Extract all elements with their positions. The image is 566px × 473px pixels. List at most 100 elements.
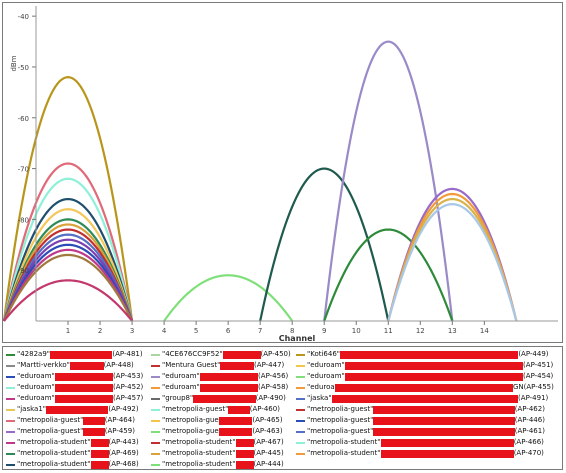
legend-ap-id: (AP-481) [112,350,143,358]
legend-item: "metropolia-guest" (AP-461) [296,426,545,437]
legend-ssid: "jaska" [307,394,332,402]
legend-ap-id: (AP-490) [255,394,286,402]
legend-ssid: "metropolia-guest" [17,416,84,424]
legend-ap-id: (AP-450) [260,350,291,358]
legend-item: "metropolia-gue (AP-463) [151,426,283,437]
legend-swatch [6,397,15,400]
legend-swatch [296,364,305,367]
legend-ap-id: (AP-462) [514,405,545,413]
legend-swatch [296,430,305,433]
legend-ap-id: (AP-447) [254,361,285,369]
legend-item: "metropolia-gue (AP-465) [151,415,283,426]
legend-ssid: "4CE676CC9F52" [162,350,223,358]
legend-swatch [6,375,15,378]
legend-ssid: "metropolia-guest" [307,416,374,424]
legend-ssid: "metropolia-student" [17,438,91,446]
legend-row: "jaska1" (AP-492) "metropolia-guest" (AP-46… [3,404,562,415]
legend-swatch [6,386,15,389]
legend-redaction [380,438,514,447]
x-tick-label: 6 [226,327,231,335]
legend-redaction [46,405,109,414]
legend-swatch [151,408,160,411]
legend-ssid: "metropolia-student" [17,460,91,468]
legend-ssid: "eduroam" [17,372,55,380]
legend-item: "metropolia-guest" (AP-462) [296,404,545,415]
legend-item: "eduroam" (AP-454) [296,371,553,382]
legend-ap-id: (AP-444) [253,460,284,468]
legend-ap-id: (AP-491) [518,394,549,402]
legend-redaction [334,383,513,392]
legend-ssid: "metropolia-guest" [307,405,374,413]
legend-item: "metropolia-student" (AP-469) [6,448,139,459]
x-axis-label: Channel [279,334,316,342]
x-tick-label: 9 [322,327,326,335]
legend-ap-id: (AP-448) [103,361,134,369]
x-tick-label: 14 [480,327,489,335]
legend-redaction [90,438,109,447]
y-tick-label: -50 [18,64,29,72]
x-tick-label: 11 [384,327,393,335]
legend-redaction [83,427,105,436]
legend-redaction [69,361,104,370]
legend-ap-id: (AP-468) [108,460,139,468]
legend-swatch [296,397,305,400]
legend-ssid: "metropolia-gue [162,416,219,424]
legend-redaction [218,416,253,425]
legend-ap-id: (AP-460) [249,405,280,413]
legend-ap-id: GN(AP-455) [513,383,554,391]
legend-redaction [193,394,256,403]
legend-item: "eduroam" (AP-458) [151,382,288,393]
legend-ap-id: (AP-461) [514,427,545,435]
legend-redaction [90,460,109,469]
legend-item: "metropolia-guest" (AP-446) [296,415,545,426]
y-tick-label: -80 [18,216,29,224]
legend-ssid: "metropolia-guest" [307,427,374,435]
legend-ssid: "metropolia-student" [17,449,91,457]
legend-item: "eduroam" (AP-451) [296,360,553,371]
legend-swatch [151,386,160,389]
legend-ap-id: (AP-451) [523,361,554,369]
legend-redaction [199,383,259,392]
legend-item: "metropolia-student" (AP-466) [296,437,544,448]
legend-redaction [220,361,255,370]
legend-ap-id: (AP-453) [113,372,144,380]
legend-item: "jaska1" (AP-492) [6,404,139,415]
legend-ssid: "Martti-verkko" [17,361,70,369]
legend-ap-id: (AP-456) [258,372,289,380]
legend-item: "metropolia-student" (AP-443) [6,437,139,448]
legend-ssid: "eduroam" [307,361,345,369]
legend-ssid: "Mentura Guest" [162,361,221,369]
legend-row: "eduroam" (AP-452) "eduroam" (AP-458) "eduro… [3,382,562,393]
legend-redaction [54,394,114,403]
legend-item: "metropolia-guest" (AP-460) [151,404,280,415]
legend-ssid: "metropolia-student" [162,438,236,446]
legend-item: "metropolia-student" (AP-445) [151,448,284,459]
legend-swatch [151,353,160,356]
legend-item: "metropolia-student" (AP-444) [151,459,284,470]
legend-ap-id: (AP-452) [113,383,144,391]
legend-swatch [296,386,305,389]
legend-item: "eduroam" (AP-457) [6,393,143,404]
legend-swatch [151,430,160,433]
legend-swatch [6,452,15,455]
legend-ap-id: (AP-465) [252,416,283,424]
legend-redaction [235,460,254,469]
y-tick-label: -40 [18,13,29,21]
legend-ssid: "eduroam" [17,383,55,391]
legend-ap-id: (AP-464) [104,416,135,424]
legend-item: "eduroam" (AP-452) [6,382,143,393]
legend-ssid: "metropolia-student" [162,460,236,468]
legend-swatch [296,408,305,411]
legend-swatch [6,408,15,411]
legend-ssid: "4282a9" [17,350,50,358]
chart-panel: -40 -50 -60 -70 -80 -90 1 2 3 4 5 6 7 8 9 10 11 12 13 14 dBm… [2,2,563,343]
legend-ap-id: (AP-443) [108,438,139,446]
legend-ssid: "jaska1" [17,405,46,413]
legend-ssid: "metropolia-guest" [162,405,229,413]
legend-redaction [344,372,524,381]
legend-swatch [6,419,15,422]
legend-swatch [151,364,160,367]
legend-ap-id: (AP-459) [104,427,135,435]
legend-swatch [151,463,160,466]
x-tick-label: 7 [258,327,262,335]
